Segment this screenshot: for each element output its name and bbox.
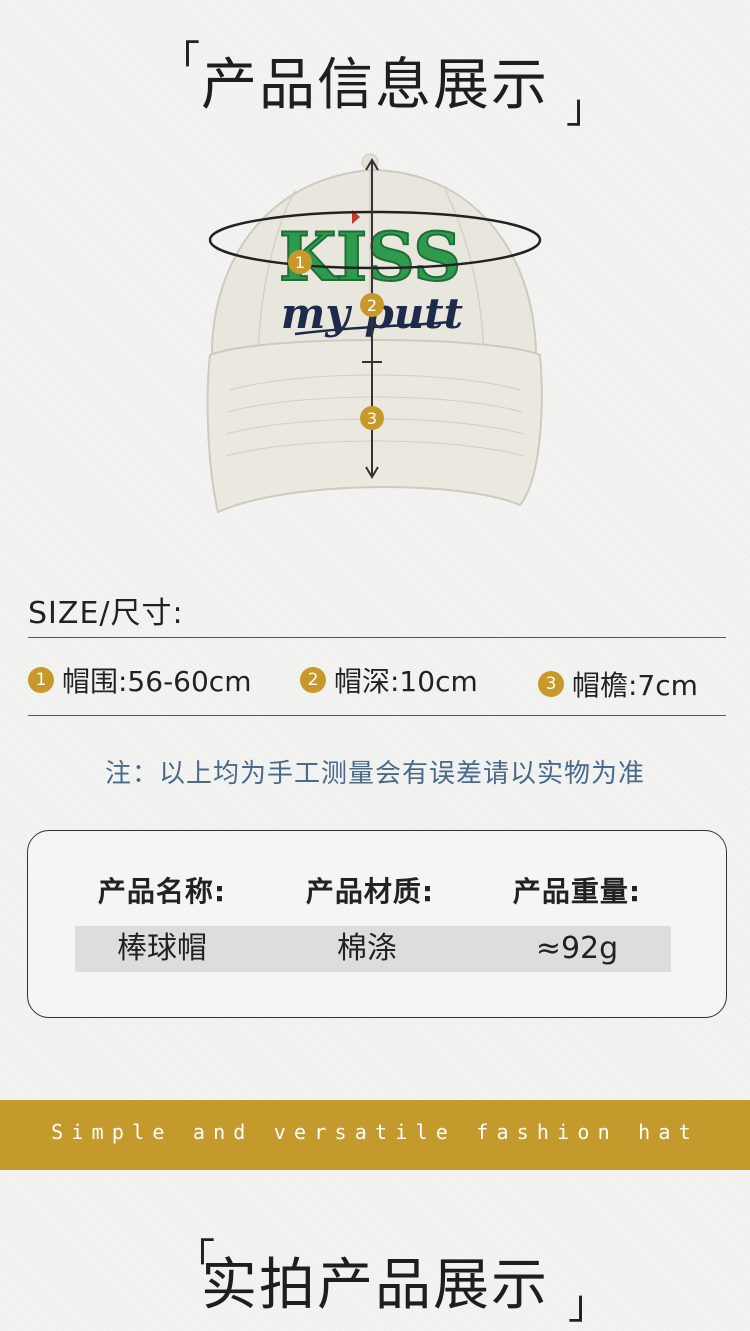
measurement-note: 注：以上均为手工测量会有误差请以实物为准 <box>104 759 645 789</box>
title2-bracket-right: 」 <box>568 1282 608 1328</box>
measure-brim: 3 帽檐:7cm <box>538 664 698 704</box>
header-name: 产品名称: <box>97 875 227 908</box>
marker-2: 2 <box>367 296 377 315</box>
divider-bottom <box>28 715 726 716</box>
section-title: 产品信息展示 <box>201 53 549 118</box>
section2-title-wrap: 实拍产品展示 <box>0 1240 750 1321</box>
badge-1: 1 <box>28 667 54 693</box>
title-bracket-right: 」 <box>566 86 606 132</box>
header-material: 产品材质: <box>305 875 435 908</box>
marker-1: 1 <box>295 253 305 272</box>
measure-brim-text: 帽檐:7cm <box>572 669 698 702</box>
product-info-box <box>27 830 727 1018</box>
value-weight: ≈92g <box>535 931 619 966</box>
measure-circumference: 1 帽围:56-60cm <box>28 660 251 700</box>
measure-depth-text: 帽深:10cm <box>334 665 478 698</box>
slogan-text: Simple and versatile fashion hat <box>51 1120 699 1144</box>
section-title-wrap: 产品信息展示 <box>0 40 750 121</box>
size-label: SIZE/尺寸: <box>28 596 184 631</box>
section2-title: 实拍产品展示 <box>201 1253 549 1318</box>
badge-2: 2 <box>300 667 326 693</box>
value-name: 棒球帽 <box>117 931 207 966</box>
badge-3: 3 <box>538 671 564 697</box>
marker-3: 3 <box>367 409 377 428</box>
hat-image: KISS my putt 1 2 3 <box>206 153 543 514</box>
header-weight: 产品重量: <box>512 875 642 908</box>
measure-depth: 2 帽深:10cm <box>300 660 478 700</box>
divider-top <box>28 637 726 638</box>
measure-circumference-text: 帽围:56-60cm <box>62 665 252 698</box>
value-material: 棉涤 <box>337 931 397 966</box>
